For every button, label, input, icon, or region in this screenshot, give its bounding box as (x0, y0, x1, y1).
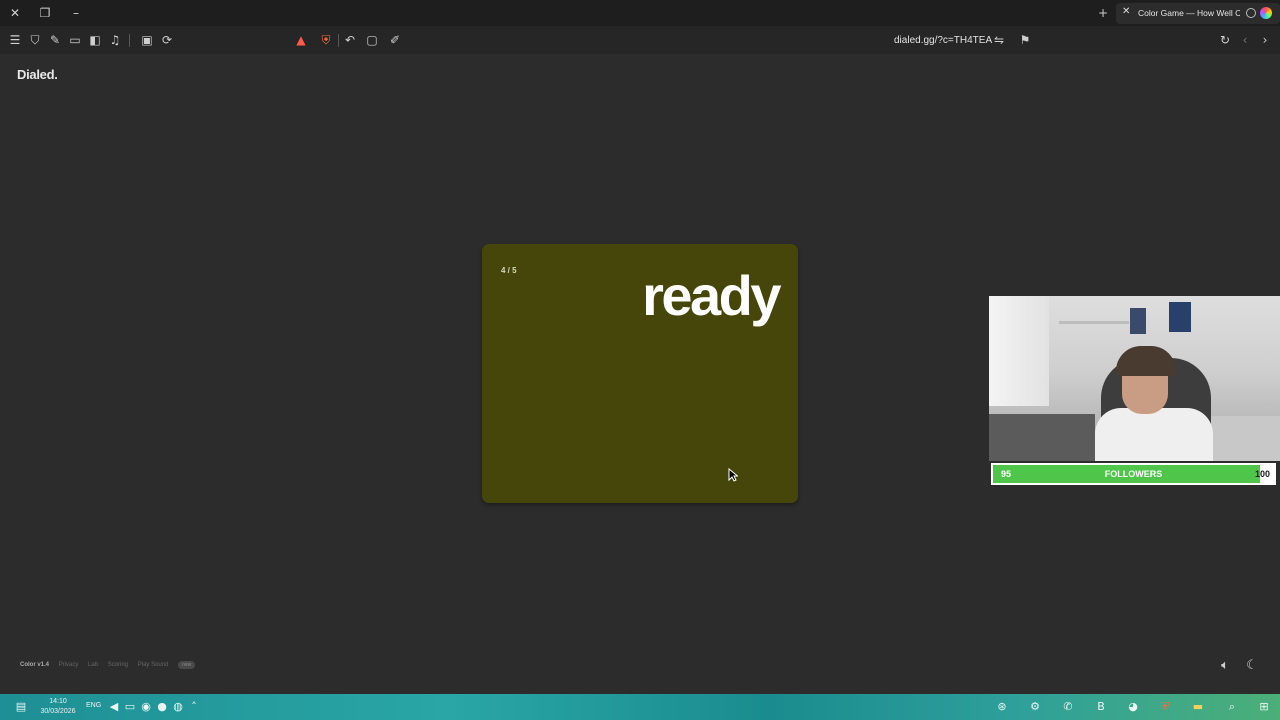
ready-prompt: ready (642, 264, 781, 327)
poster (1130, 308, 1146, 334)
browser-tab[interactable]: ✕ Color Game — How Well Can (1116, 3, 1280, 24)
streamer-hair (1116, 346, 1176, 376)
browser-toolbar: ☰ ⛉ ✎ ▭ ◧ ♫ ▣ ⟳ ▲ ⛨ ↶ ▢ ✐ dialed.gg/?c=T… (0, 26, 1280, 54)
site-settings-icon[interactable]: ⇋ (991, 32, 1007, 48)
brave-shield-icon[interactable]: ⛨ (318, 32, 334, 48)
page-footer: Color v1.4 Privacy Lab Scoring Play Soun… (20, 661, 203, 671)
mouse-cursor-icon (728, 468, 738, 482)
tab-audio-icon[interactable] (1246, 8, 1256, 18)
bookmark-icon[interactable]: ⚑ (1017, 32, 1033, 48)
gear-icon[interactable]: ⚙ (1027, 699, 1043, 715)
windows-taskbar: ▤ 14:10 30/03/2026 ENG ◀ ▭ ◉ ● ◍ ˄ ⊛ ⚙ ✆… (0, 694, 1280, 720)
forward-icon[interactable]: › (1257, 32, 1273, 48)
tab-title: Color Game — How Well Can (1138, 8, 1240, 18)
tabs-icon[interactable]: ▭ (67, 32, 83, 48)
footer-link-privacy[interactable]: Privacy (59, 662, 79, 668)
poster (1169, 302, 1191, 332)
round-counter: 4 / 5 (501, 266, 517, 275)
notifications-icon[interactable]: ▤ (13, 699, 29, 715)
chevron-up-icon[interactable]: ˄ (186, 699, 202, 715)
search-icon[interactable]: ⌕ (1224, 699, 1240, 715)
shelf (1059, 321, 1129, 324)
close-window-icon[interactable]: ✕ (7, 5, 23, 21)
new-badge: new (178, 661, 196, 669)
system-clock[interactable]: 14:10 30/03/2026 (38, 697, 78, 717)
undo-icon[interactable]: ↶ (342, 32, 358, 48)
followers-label: FOLLOWERS (1104, 469, 1163, 479)
site-logo[interactable]: Dialed. (17, 67, 58, 82)
app-icon[interactable]: ⊛ (994, 699, 1010, 715)
close-tab-icon[interactable]: ✕ (1122, 6, 1130, 17)
footer-link-play-sound[interactable]: Play Sound (138, 662, 169, 668)
alert-extension-icon[interactable]: ▲ (293, 32, 309, 48)
discord-icon[interactable]: ◕ (1125, 699, 1141, 715)
back-icon[interactable]: ‹ (1237, 32, 1253, 48)
music-icon[interactable]: ♫ (107, 32, 123, 48)
extensions-icon[interactable]: ⟳ (159, 32, 175, 48)
pin-icon[interactable]: ✎ (47, 32, 63, 48)
followers-goal: 100 (1254, 469, 1270, 479)
minimize-window-icon[interactable]: – (68, 5, 84, 21)
pen-off-icon[interactable]: ✐ (387, 32, 403, 48)
footer-link-scoring[interactable]: Scoring (108, 662, 128, 668)
b-app-icon[interactable]: B (1093, 699, 1109, 715)
footer-link-lab[interactable]: Lab (88, 662, 98, 668)
language-indicator[interactable]: ENG (86, 702, 101, 709)
screenshot-icon[interactable]: ▢ (364, 32, 380, 48)
webcam-overlay (989, 296, 1280, 461)
followers-goal-bar: 95 FOLLOWERS 100 (991, 463, 1276, 485)
tab-favicon-icon (1260, 7, 1272, 19)
calendar-icon[interactable]: ▣ (139, 32, 155, 48)
volume-icon[interactable]: ◀ (106, 699, 122, 715)
tray-app-icon[interactable]: ◍ (170, 699, 186, 715)
color-card[interactable]: 4 / 5 ready (482, 244, 798, 503)
file-explorer-icon[interactable]: ▬ (1190, 699, 1206, 715)
toolbar-divider (129, 34, 130, 47)
new-tab-icon[interactable]: + (1095, 5, 1111, 21)
window-blinds (989, 296, 1049, 406)
shield-icon[interactable]: ⛉ (27, 32, 43, 48)
address-bar[interactable]: dialed.gg/?c=TH4TEA (894, 35, 992, 46)
microphone-icon[interactable]: ● (154, 699, 170, 715)
bed (1207, 416, 1280, 461)
toolbar-divider (338, 34, 339, 47)
screen: ✕ ❐ – + ✕ Color Game — How Well Can ☰ ⛉ … (0, 0, 1280, 720)
network-icon[interactable]: ▭ (122, 699, 138, 715)
restore-window-icon[interactable]: ❐ (37, 5, 53, 21)
desk (989, 414, 1095, 461)
sidebar-icon[interactable]: ◧ (87, 32, 103, 48)
windows-start-icon[interactable]: ⊞ (1256, 699, 1272, 715)
clock-time: 14:10 (49, 698, 67, 705)
clock-date: 30/03/2026 (40, 708, 76, 715)
streamer-body (1095, 408, 1213, 461)
browser-titlebar: ✕ ❐ – + ✕ Color Game — How Well Can (0, 0, 1280, 26)
dark-mode-icon[interactable]: ☾ (1243, 657, 1261, 675)
brave-browser-icon[interactable]: ⛨ (1157, 699, 1173, 715)
menu-icon[interactable]: ☰ (7, 32, 23, 48)
version-label: Color v1.4 (20, 662, 50, 668)
whatsapp-tray-icon[interactable]: ◉ (138, 699, 154, 715)
sound-icon[interactable]: 🔈︎ (1216, 657, 1234, 675)
whatsapp-icon[interactable]: ✆ (1060, 699, 1076, 715)
reload-icon[interactable]: ↻ (1217, 32, 1233, 48)
